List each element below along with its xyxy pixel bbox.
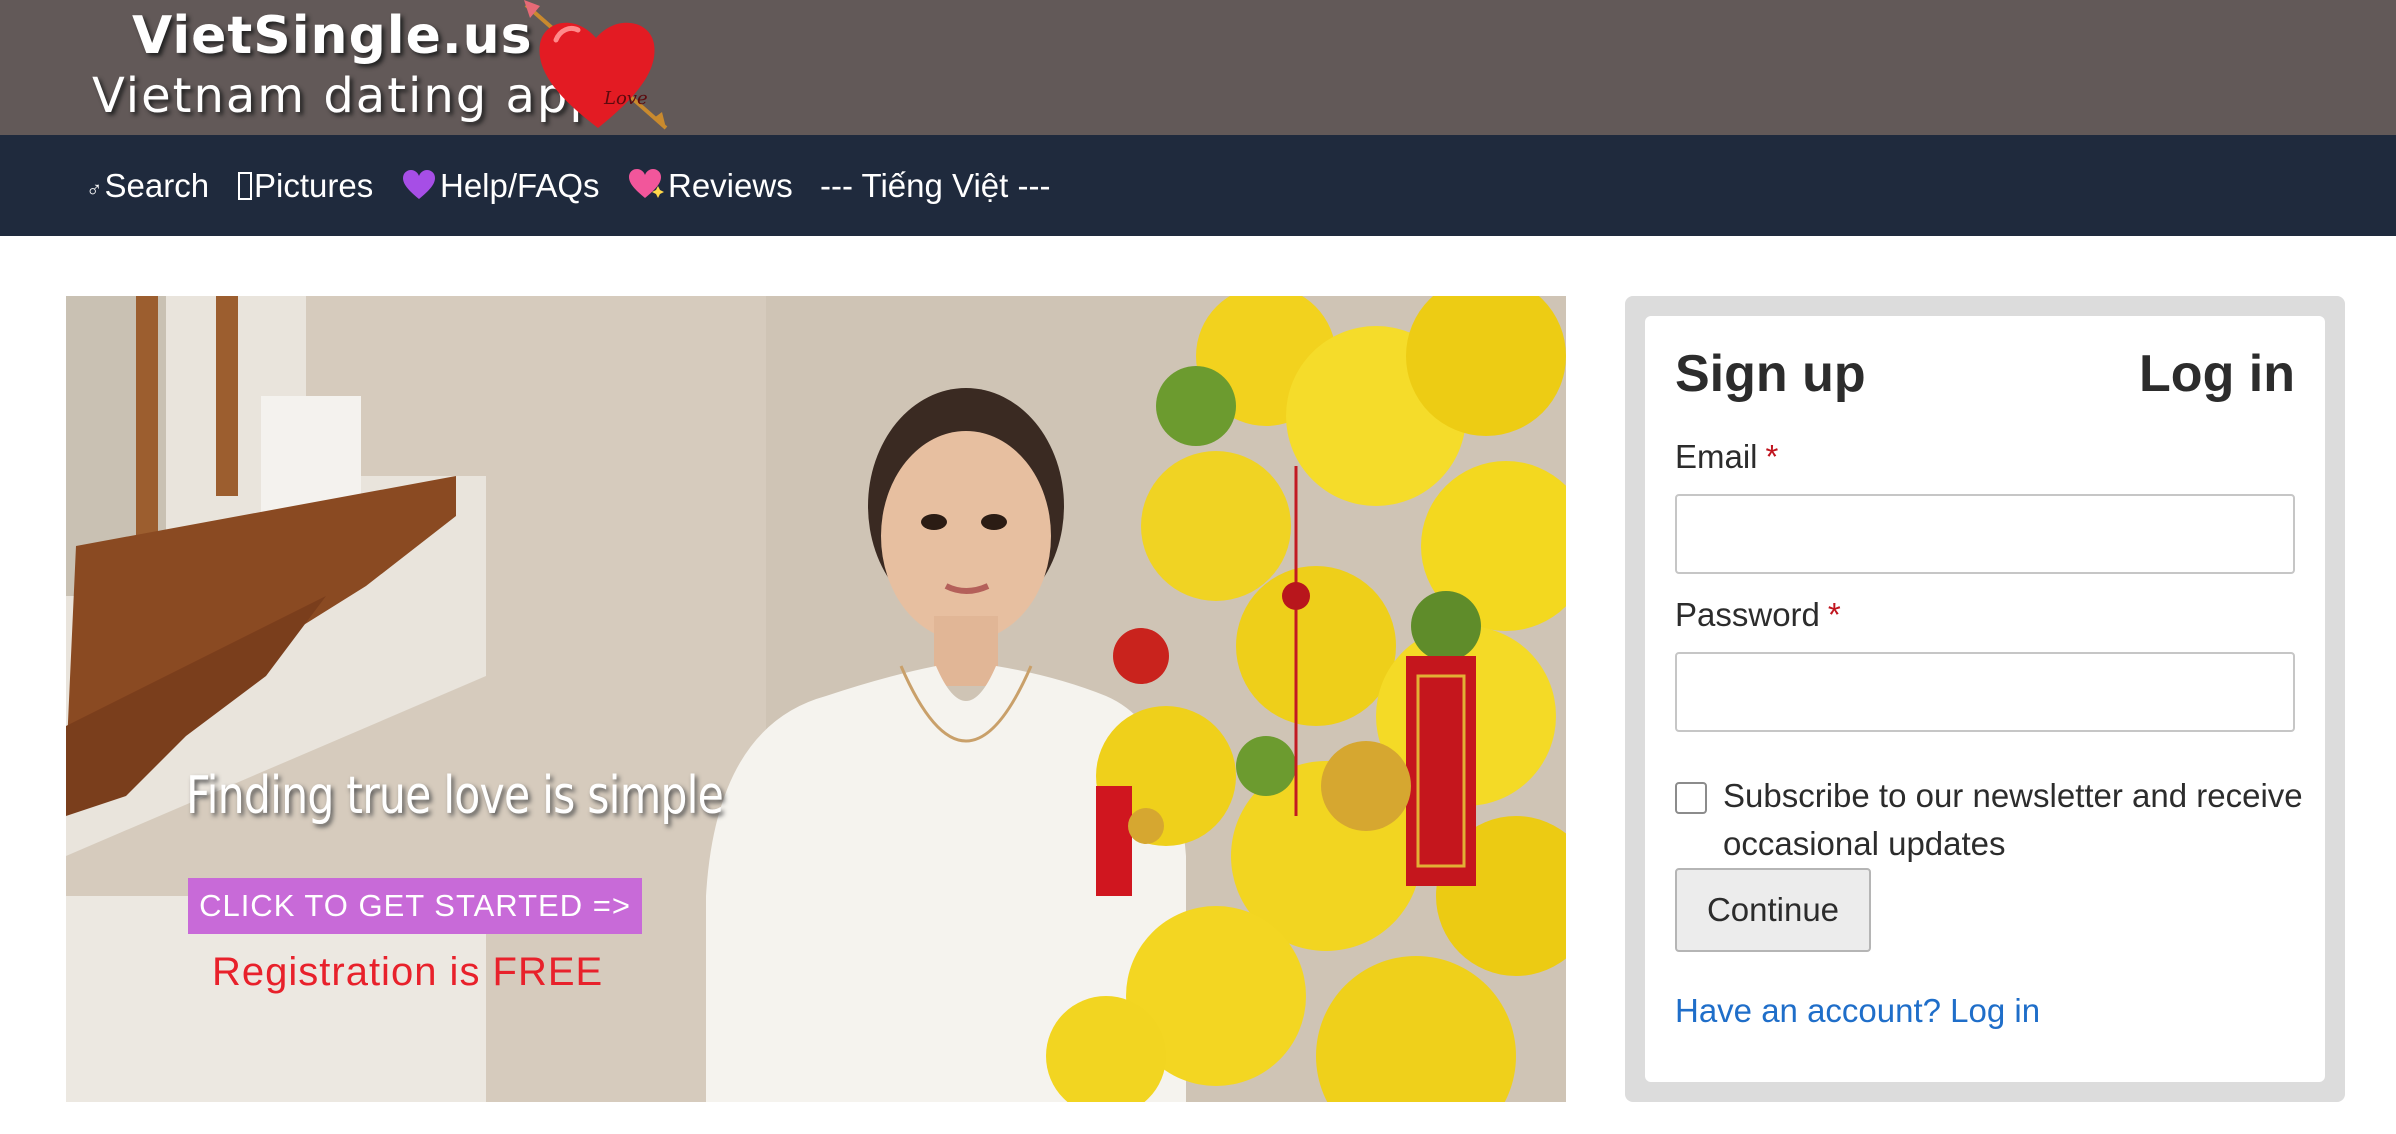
email-label: Email * — [1675, 438, 1778, 476]
hero-banner[interactable]: Finding true love is simple CLICK TO GET… — [66, 296, 1566, 1102]
nav-search[interactable]: ♂Search — [86, 135, 209, 236]
sparkling-heart-icon — [628, 135, 664, 236]
missing-glyph-icon — [238, 172, 252, 200]
get-started-button[interactable]: CLICK TO GET STARTED => — [188, 878, 642, 934]
nav-pictures[interactable]: Pictures — [238, 135, 373, 236]
password-field[interactable] — [1675, 652, 2295, 732]
purple-heart-icon — [402, 135, 436, 236]
tab-log-in[interactable]: Log in — [2139, 344, 2295, 404]
signup-form: Sign up Log in Email * Password * Subscrib… — [1645, 316, 2325, 1082]
registration-free-text: Registration is FREE — [212, 950, 604, 994]
nav-help-faqs[interactable]: Help/FAQs — [402, 135, 600, 236]
email-label-text: Email — [1675, 438, 1758, 475]
main-nav: ♂Search Pictures Help/FAQs Reviews --- T… — [0, 135, 2396, 236]
site-header: VietSingle.us Vietnam dating app Love — [0, 0, 2396, 135]
nav-reviews[interactable]: Reviews — [628, 135, 793, 236]
nav-pictures-label: Pictures — [254, 167, 374, 204]
password-required-marker: * — [1827, 596, 1841, 633]
heart-script-text: Love — [603, 88, 648, 109]
email-required-marker: * — [1765, 438, 1779, 475]
newsletter-label[interactable]: Subscribe to our newsletter and receive … — [1723, 772, 2313, 868]
logo-title: VietSingle.us — [132, 6, 533, 66]
continue-button[interactable]: Continue — [1675, 868, 1871, 952]
heart-arrow-icon: Love — [524, 0, 668, 130]
have-account-login-link[interactable]: Have an account? Log in — [1675, 992, 2040, 1030]
password-label-text: Password — [1675, 596, 1820, 633]
nav-help-label: Help/FAQs — [440, 167, 600, 204]
tab-sign-up[interactable]: Sign up — [1675, 344, 1866, 404]
newsletter-checkbox[interactable] — [1675, 782, 1707, 814]
nav-search-label: Search — [104, 167, 210, 204]
email-field[interactable] — [1675, 494, 2295, 574]
password-label: Password * — [1675, 596, 1841, 634]
hero-tagline: Finding true love is simple — [186, 766, 724, 826]
site-logo[interactable]: VietSingle.us Vietnam dating app Love — [88, 0, 668, 135]
nav-vietnamese[interactable]: --- Tiếng Việt --- — [820, 135, 1050, 236]
male-symbol-icon: ♂ — [86, 177, 103, 202]
signup-panel: Sign up Log in Email * Password * Subscrib… — [1625, 296, 2345, 1102]
nav-reviews-label: Reviews — [668, 167, 793, 204]
